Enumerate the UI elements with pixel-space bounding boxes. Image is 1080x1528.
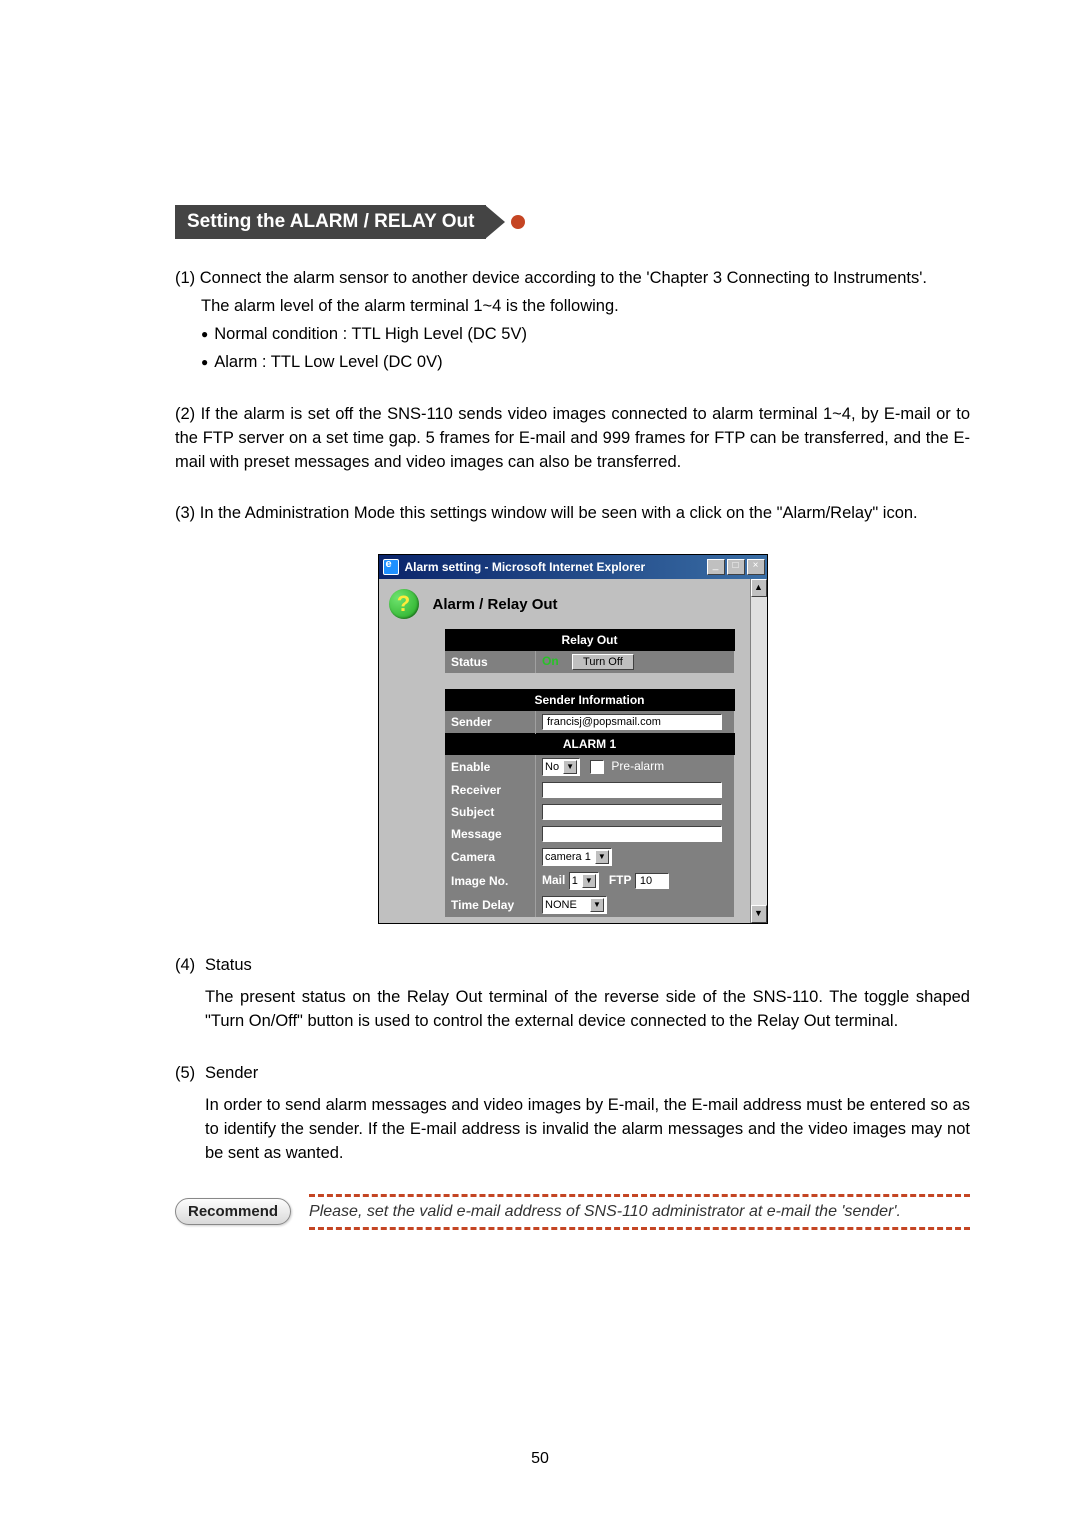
recommend-text: Please, set the valid e-mail address of … bbox=[309, 1194, 970, 1230]
enable-select-value: No bbox=[545, 761, 559, 773]
receiver-input[interactable] bbox=[542, 782, 722, 798]
help-icon[interactable]: ? bbox=[389, 589, 419, 619]
p2-text: (2) If the alarm is set off the SNS-110 … bbox=[175, 403, 970, 475]
p3-text: (3) In the Administration Mode this sett… bbox=[175, 502, 970, 526]
settings-table: Relay Out Status On Turn Off Sender Info… bbox=[445, 629, 735, 917]
scrollbar[interactable]: ▲ ▼ bbox=[750, 579, 767, 923]
heading-cap bbox=[485, 205, 505, 239]
ie-icon bbox=[383, 559, 399, 575]
sender-info-header: Sender Information bbox=[445, 690, 734, 711]
p4-num: (4) bbox=[175, 954, 205, 978]
prealarm-label: Pre-alarm bbox=[611, 759, 664, 773]
camera-label: Camera bbox=[445, 845, 536, 869]
enable-select[interactable]: No ▼ bbox=[542, 758, 580, 776]
minimize-button[interactable]: _ bbox=[707, 559, 725, 575]
scroll-down-button[interactable]: ▼ bbox=[751, 905, 767, 923]
scroll-up-button[interactable]: ▲ bbox=[751, 579, 767, 597]
camera-select[interactable]: camera 1 ▼ bbox=[542, 848, 612, 866]
chevron-down-icon: ▼ bbox=[582, 874, 596, 888]
ftp-label: FTP bbox=[609, 873, 632, 887]
mail-label: Mail bbox=[542, 873, 565, 887]
receiver-label: Receiver bbox=[445, 779, 536, 801]
message-input[interactable] bbox=[542, 826, 722, 842]
subject-label: Subject bbox=[445, 801, 536, 823]
page-number: 50 bbox=[0, 1450, 1080, 1468]
p5-body: In order to send alarm messages and vide… bbox=[205, 1094, 970, 1166]
mail-select-value: 1 bbox=[572, 875, 578, 887]
p1-line1: (1) Connect the alarm sensor to another … bbox=[175, 267, 970, 291]
alarm1-header: ALARM 1 bbox=[445, 734, 734, 755]
paragraph-4: (4) Status The present status on the Rel… bbox=[175, 954, 970, 1034]
alarm-setting-window: Alarm setting - Microsoft Internet Explo… bbox=[378, 554, 768, 924]
paragraph-5: (5) Sender In order to send alarm messag… bbox=[175, 1062, 970, 1166]
recommend-badge: Recommend bbox=[175, 1198, 291, 1225]
paragraph-3: (3) In the Administration Mode this sett… bbox=[175, 502, 970, 526]
panel-title: Alarm / Relay Out bbox=[433, 596, 558, 613]
time-delay-select[interactable]: NONE ▼ bbox=[542, 896, 607, 914]
ftp-input[interactable]: 10 bbox=[635, 873, 669, 889]
status-value: On bbox=[542, 654, 559, 668]
window-title: Alarm setting - Microsoft Internet Explo… bbox=[405, 560, 705, 574]
chevron-down-icon: ▼ bbox=[590, 898, 604, 912]
recommend-row: Recommend Please, set the valid e-mail a… bbox=[175, 1194, 970, 1230]
camera-select-value: camera 1 bbox=[545, 851, 591, 863]
relay-out-header: Relay Out bbox=[445, 630, 734, 651]
status-label: Status bbox=[445, 651, 536, 674]
section-title-text: Setting the ALARM / RELAY Out bbox=[175, 205, 486, 239]
turn-off-button[interactable]: Turn Off bbox=[572, 654, 634, 670]
sender-input[interactable]: francisj@popsmail.com bbox=[542, 714, 722, 730]
p1-line2: The alarm level of the alarm terminal 1~… bbox=[175, 295, 970, 319]
p4-title: Status bbox=[205, 954, 970, 978]
section-heading: Setting the ALARM / RELAY Out bbox=[175, 205, 970, 239]
sender-label: Sender bbox=[445, 711, 536, 734]
paragraph-1: (1) Connect the alarm sensor to another … bbox=[175, 267, 970, 375]
scroll-track[interactable] bbox=[751, 597, 767, 905]
maximize-button[interactable]: □ bbox=[727, 559, 745, 575]
p4-body: The present status on the Relay Out term… bbox=[205, 986, 970, 1034]
subject-input[interactable] bbox=[542, 804, 722, 820]
p1-bullet1: Normal condition : TTL High Level (DC 5V… bbox=[175, 323, 970, 347]
chevron-down-icon: ▼ bbox=[595, 850, 609, 864]
image-no-label: Image No. bbox=[445, 869, 536, 893]
chevron-down-icon: ▼ bbox=[563, 760, 577, 774]
message-label: Message bbox=[445, 823, 536, 845]
time-delay-value: NONE bbox=[545, 899, 577, 911]
close-button[interactable]: × bbox=[747, 559, 765, 575]
titlebar[interactable]: Alarm setting - Microsoft Internet Explo… bbox=[379, 555, 767, 579]
panel-header: ? Alarm / Relay Out bbox=[389, 589, 744, 619]
time-delay-label: Time Delay bbox=[445, 893, 536, 917]
paragraph-2: (2) If the alarm is set off the SNS-110 … bbox=[175, 403, 970, 475]
enable-label: Enable bbox=[445, 755, 536, 780]
p5-title: Sender bbox=[205, 1062, 970, 1086]
prealarm-checkbox[interactable] bbox=[590, 760, 604, 774]
p5-num: (5) bbox=[175, 1062, 205, 1086]
p1-bullet2: Alarm : TTL Low Level (DC 0V) bbox=[175, 351, 970, 375]
heading-dot-icon bbox=[511, 215, 525, 229]
mail-select[interactable]: 1 ▼ bbox=[569, 872, 599, 890]
